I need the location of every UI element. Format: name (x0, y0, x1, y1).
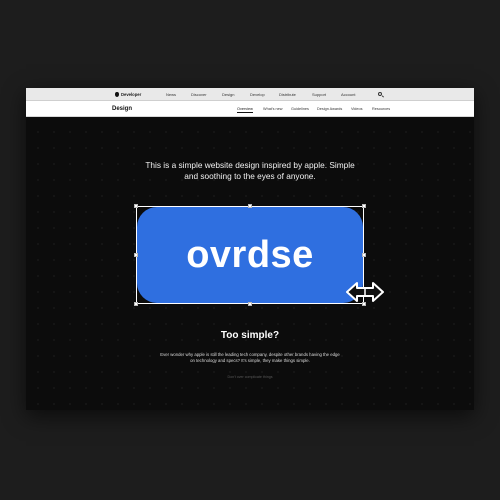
local-nav-design-awards[interactable]: Design Awards (317, 101, 342, 117)
local-nav-resources[interactable]: Resources (372, 101, 390, 117)
search-icon[interactable] (378, 92, 382, 96)
resize-handle-left[interactable] (134, 253, 138, 257)
global-nav-support[interactable]: Support (312, 88, 326, 101)
resize-handle-top-right[interactable] (362, 204, 366, 208)
global-nav-develop[interactable]: Develop (250, 88, 265, 101)
local-nav-whats-new[interactable]: What's new (263, 101, 283, 117)
brand-label: Developer (121, 92, 142, 97)
headline-line-1: This is a simple website design inspired… (145, 160, 355, 170)
headline: This is a simple website design inspired… (26, 160, 474, 182)
global-nav-account[interactable]: Account (341, 88, 355, 101)
apple-logo-icon (115, 92, 119, 97)
resize-handle-top-left[interactable] (134, 204, 138, 208)
browser-frame: Developer News Discover Design Develop D… (26, 88, 474, 410)
ovrdse-logo[interactable]: ovrdse (137, 207, 363, 303)
logo-selection[interactable]: ovrdse (134, 204, 366, 306)
global-nav-design[interactable]: Design (222, 88, 234, 101)
global-nav-distribute[interactable]: Distribute (279, 88, 296, 101)
section-heading: Too simple? (220, 330, 280, 341)
local-nav-guidelines[interactable]: Guidelines (291, 101, 309, 117)
global-nav-news[interactable]: News (166, 88, 176, 101)
footnote-text: Don't over complicate things (227, 375, 273, 379)
local-nav-overview[interactable]: Overview (237, 101, 253, 113)
local-nav-title[interactable]: Design (112, 101, 132, 117)
global-nav: Developer News Discover Design Develop D… (26, 88, 474, 101)
body-paragraph: Ever wonder why apple is still the leadi… (26, 352, 474, 364)
headline-line-2: and soothing to the eyes of anyone. (184, 171, 316, 181)
body-line-2: on technology and specs? It's simple, th… (190, 358, 310, 364)
resize-handle-bottom-left[interactable] (134, 302, 138, 306)
horizontal-resize-cursor-icon (346, 282, 384, 302)
global-nav-discover[interactable]: Discover (191, 88, 207, 101)
developer-brand[interactable]: Developer (115, 88, 141, 101)
local-nav: Design Overview What's new Guidelines De… (26, 101, 474, 117)
resize-handle-top[interactable] (248, 204, 252, 208)
resize-handle-bottom[interactable] (248, 302, 252, 306)
local-nav-videos[interactable]: Videos (351, 101, 363, 117)
resize-handle-right[interactable] (362, 253, 366, 257)
